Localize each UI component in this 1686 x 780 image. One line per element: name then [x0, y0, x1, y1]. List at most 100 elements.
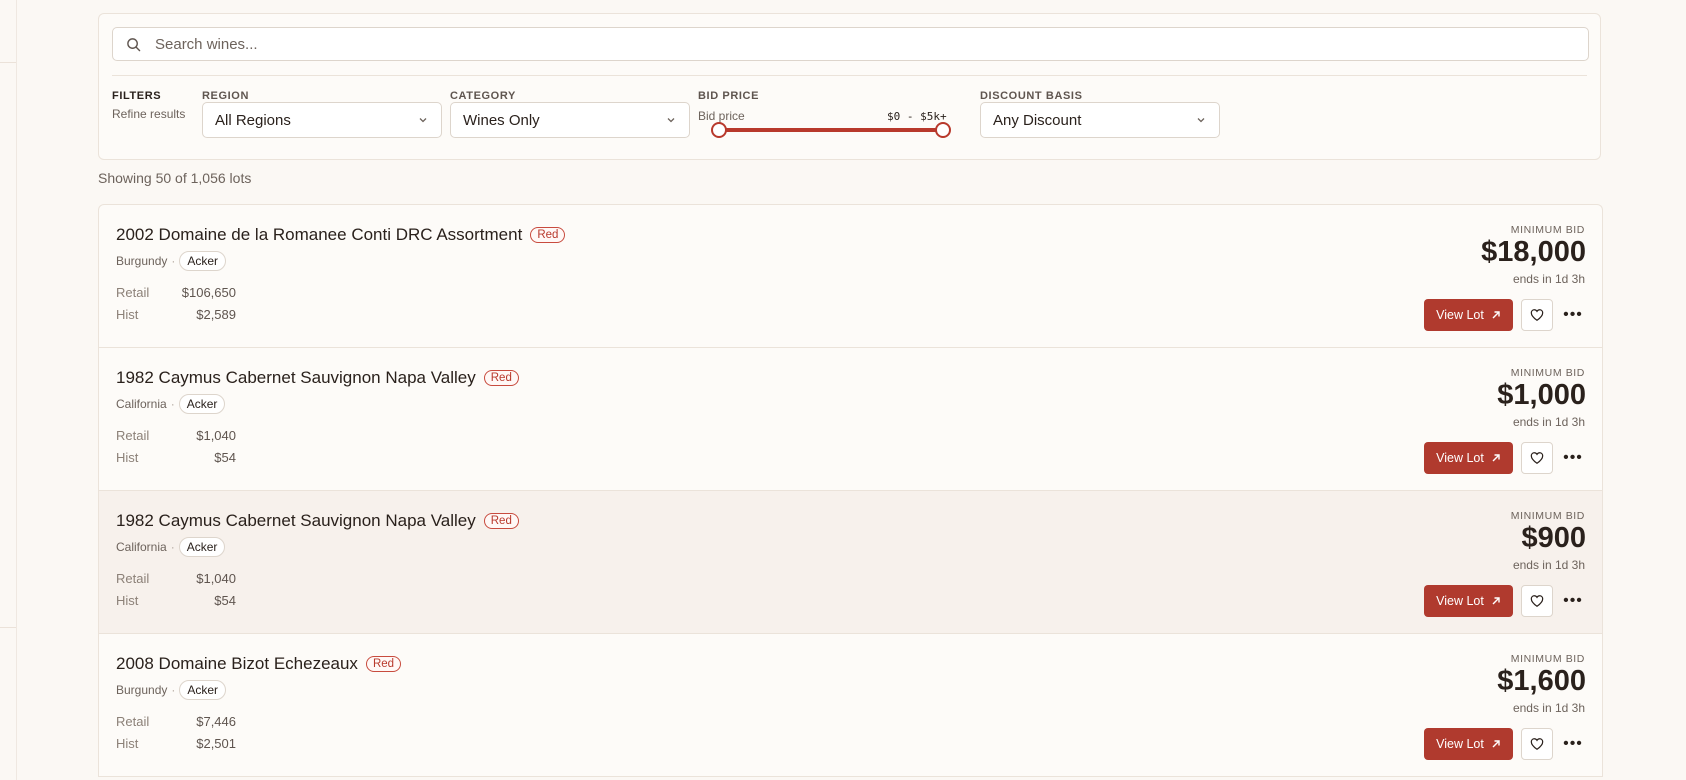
- bid-price-sublabel: Bid price: [698, 109, 745, 123]
- retail-value: $1,040: [196, 571, 236, 586]
- retail-label: Retail: [116, 428, 150, 443]
- minimum-bid-price: $1,000: [1497, 379, 1586, 411]
- lot-meta: Burgundy · Acker: [116, 251, 227, 271]
- filter-panel: FILTERS Refine results REGION All Region…: [98, 13, 1601, 160]
- view-lot-button[interactable]: View Lot: [1424, 299, 1513, 331]
- category-label: CATEGORY: [450, 90, 516, 102]
- view-lot-label: View Lot: [1436, 451, 1484, 465]
- lot-meta: Burgundy · Acker: [116, 680, 227, 700]
- region-text: California: [116, 540, 167, 554]
- retail-label: Retail: [116, 571, 150, 586]
- lot-row: 2002 Domaine de la Romanee Conti DRC Ass…: [99, 205, 1602, 348]
- view-lot-button[interactable]: View Lot: [1424, 442, 1513, 474]
- hist-label: Hist: [116, 307, 139, 322]
- lot-title[interactable]: 2008 Domaine Bizot Echezeaux Red: [116, 654, 402, 674]
- region-text: California: [116, 397, 167, 411]
- auction-house-badge: Acker: [178, 394, 226, 414]
- wine-type-badge: Red: [365, 656, 402, 672]
- hist-row: Hist $2,589: [116, 307, 236, 322]
- retail-value: $106,650: [181, 285, 236, 300]
- retail-row: Retail $106,650: [116, 285, 236, 300]
- hist-label: Hist: [116, 736, 139, 751]
- category-value: Wines Only: [463, 111, 540, 129]
- wine-type-badge: Red: [483, 513, 519, 529]
- discount-value: Any Discount: [993, 111, 1082, 129]
- heart-icon: [1530, 452, 1544, 464]
- retail-row: Retail $1,040: [116, 571, 236, 586]
- gutter-divider: [0, 627, 16, 628]
- slider-max-handle[interactable]: [935, 122, 951, 138]
- minimum-bid-label: MINIMUM BID: [1510, 367, 1585, 379]
- more-options-icon[interactable]: •••: [1557, 299, 1589, 331]
- retail-value: $7,446: [196, 714, 236, 729]
- favorite-button[interactable]: [1521, 442, 1553, 474]
- lot-list: 2002 Domaine de la Romanee Conti DRC Ass…: [98, 204, 1603, 777]
- view-lot-button[interactable]: View Lot: [1424, 585, 1513, 617]
- external-arrow-icon: [1492, 454, 1500, 462]
- more-options-icon[interactable]: •••: [1557, 585, 1589, 617]
- ends-in: ends in 1d 3h: [1512, 701, 1585, 715]
- heart-icon: [1530, 309, 1544, 321]
- slider-min-handle[interactable]: [711, 122, 727, 138]
- region-text: Burgundy: [116, 254, 168, 268]
- gutter-divider: [0, 62, 16, 63]
- wine-type-badge: Red: [483, 370, 519, 386]
- minimum-bid-price: $1,600: [1497, 665, 1586, 697]
- lot-title-text: 2008 Domaine Bizot Echezeaux: [116, 654, 358, 673]
- hist-value: $54: [214, 593, 236, 608]
- region-select[interactable]: All Regions: [202, 102, 442, 138]
- discount-select[interactable]: Any Discount: [980, 102, 1220, 138]
- heart-icon: [1530, 738, 1544, 750]
- filters-subtitle: Refine results: [112, 107, 186, 121]
- favorite-button[interactable]: [1521, 585, 1553, 617]
- external-arrow-icon: [1492, 597, 1500, 605]
- view-lot-button[interactable]: View Lot: [1424, 728, 1513, 760]
- minimum-bid-price: $18,000: [1481, 236, 1586, 268]
- results-count: Showing 50 of 1,056 lots: [98, 170, 252, 186]
- lot-title[interactable]: 1982 Caymus Cabernet Sauvignon Napa Vall…: [116, 511, 519, 531]
- hist-row: Hist $2,501: [116, 736, 236, 751]
- heart-icon: [1530, 595, 1544, 607]
- lot-title[interactable]: 2002 Domaine de la Romanee Conti DRC Ass…: [116, 225, 566, 245]
- retail-row: Retail $1,040: [116, 428, 236, 443]
- slider-fill: [719, 128, 943, 132]
- view-lot-label: View Lot: [1436, 594, 1484, 608]
- lot-row: 2008 Domaine Bizot Echezeaux Red Burgundy…: [99, 634, 1602, 777]
- search-input[interactable]: [153, 34, 1557, 54]
- lot-meta: California · Acker: [116, 537, 226, 557]
- view-lot-label: View Lot: [1436, 308, 1484, 322]
- favorite-button[interactable]: [1521, 728, 1553, 760]
- separator-dot: ·: [171, 683, 176, 697]
- discount-label: DISCOUNT BASIS: [980, 90, 1083, 102]
- bid-price-slider[interactable]: [711, 122, 951, 138]
- search-field[interactable]: [112, 27, 1589, 61]
- lot-meta: California · Acker: [116, 394, 226, 414]
- lot-title-text: 1982 Caymus Cabernet Sauvignon Napa Vall…: [116, 368, 476, 387]
- lot-title[interactable]: 1982 Caymus Cabernet Sauvignon Napa Vall…: [116, 368, 519, 388]
- chevron-down-icon: [667, 118, 675, 123]
- filters-title: FILTERS: [112, 90, 162, 102]
- lot-title-text: 1982 Caymus Cabernet Sauvignon Napa Vall…: [116, 511, 476, 530]
- favorite-button[interactable]: [1521, 299, 1553, 331]
- minimum-bid-label: MINIMUM BID: [1510, 510, 1585, 522]
- ends-in: ends in 1d 3h: [1512, 415, 1585, 429]
- hist-label: Hist: [116, 450, 139, 465]
- lot-title-text: 2002 Domaine de la Romanee Conti DRC Ass…: [116, 225, 523, 244]
- category-select[interactable]: Wines Only: [450, 102, 690, 138]
- view-lot-label: View Lot: [1436, 737, 1484, 751]
- minimum-bid-price: $900: [1521, 522, 1586, 554]
- more-options-icon[interactable]: •••: [1557, 442, 1589, 474]
- hist-value: $54: [214, 450, 236, 465]
- separator-dot: ·: [170, 540, 175, 554]
- region-value: All Regions: [215, 111, 291, 129]
- external-arrow-icon: [1492, 311, 1500, 319]
- minimum-bid-label: MINIMUM BID: [1510, 224, 1585, 236]
- bid-price-range-value: $0 - $5k+: [887, 110, 947, 123]
- separator-dot: ·: [170, 397, 175, 411]
- chevron-down-icon: [1197, 118, 1205, 123]
- chevron-down-icon: [419, 118, 427, 123]
- ends-in: ends in 1d 3h: [1512, 558, 1585, 572]
- retail-label: Retail: [116, 285, 150, 300]
- more-options-icon[interactable]: •••: [1557, 728, 1589, 760]
- wine-type-badge: Red: [530, 227, 566, 243]
